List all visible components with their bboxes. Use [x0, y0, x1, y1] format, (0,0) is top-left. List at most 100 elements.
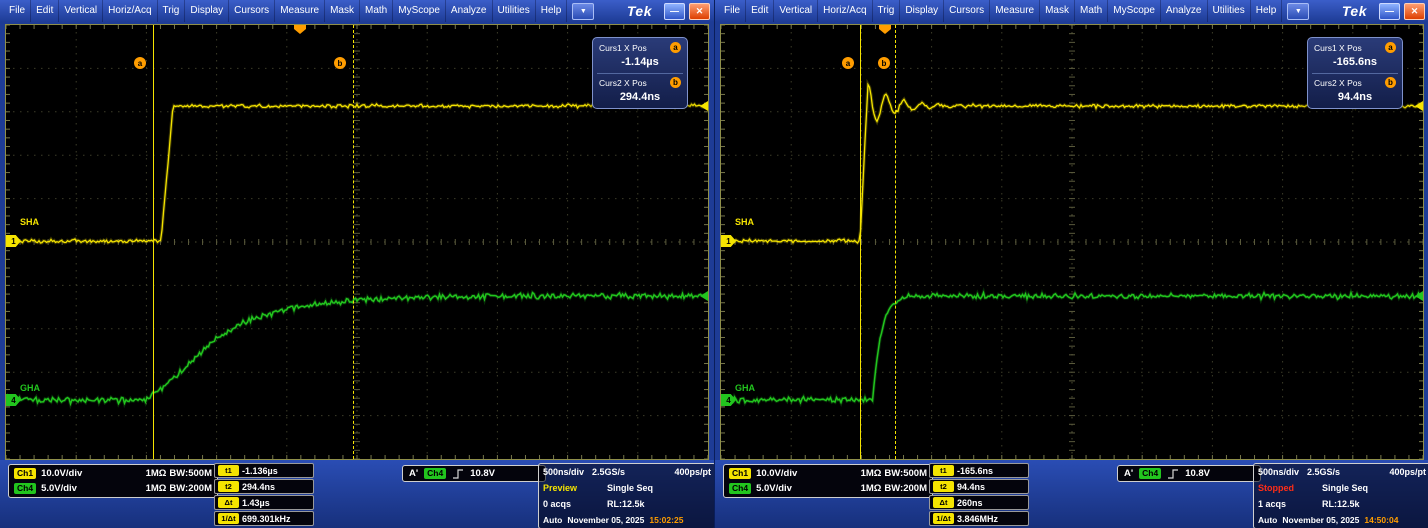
menu-file[interactable]: File	[4, 0, 31, 22]
date-text: November 05, 2025	[1282, 515, 1359, 525]
channel4-trace-label: GHA	[20, 383, 40, 393]
trigger-level-value: 10.8V	[470, 468, 495, 479]
rising-edge-icon	[1167, 468, 1179, 480]
cursor-measurements: t1 -165.6ns t2 94.4ns Δt 260ns 1/Δt 3.84…	[929, 463, 1029, 526]
cursor-meas-t1[interactable]: t1 -165.6ns	[929, 463, 1029, 478]
channel4-level-arrow-icon	[700, 291, 708, 301]
channel-readouts[interactable]: Ch1 10.0V/div 1MΩ BW:500M Ch4 5.0V/div 1…	[8, 464, 218, 498]
menu-file[interactable]: File	[719, 0, 746, 22]
channel4-readout[interactable]: Ch4 5.0V/div 1MΩ BW:200M	[14, 483, 212, 494]
cursor-meas-delta-t[interactable]: Δt 260ns	[929, 495, 1029, 510]
menu-analyze[interactable]: Analyze	[1161, 0, 1208, 22]
timebase-value: 500ns/div	[1258, 467, 1299, 477]
menu-trig[interactable]: Trig	[873, 0, 901, 22]
menu-mask[interactable]: Mask	[325, 0, 360, 22]
menu-utilities[interactable]: Utilities	[1208, 0, 1251, 22]
inverse-delta-t-value: 699.301kHz	[242, 514, 291, 524]
menu-cursors[interactable]: Cursors	[229, 0, 275, 22]
cursor-b-line[interactable]	[895, 25, 896, 459]
horizontal-acquisition-readout[interactable]: 500ns/div 2.5GS/s 400ps/pt Stopped Singl…	[1253, 463, 1428, 528]
menu-trig[interactable]: Trig	[158, 0, 186, 22]
trigger-readout[interactable]: A' Ch4 10.8V	[1117, 465, 1261, 482]
channel-readouts[interactable]: Ch1 10.0V/div 1MΩ BW:500M Ch4 5.0V/div 1…	[723, 464, 933, 498]
menu-analyze[interactable]: Analyze	[446, 0, 493, 22]
menu-horiz-acq[interactable]: Horiz/Acq	[818, 0, 872, 22]
menu-mask[interactable]: Mask	[1040, 0, 1075, 22]
curs1-value: -165.6ns	[1314, 53, 1396, 70]
t1-badge: t1	[218, 465, 239, 476]
time-text: 15:02:25	[649, 515, 683, 525]
cursor-meas-delta-t[interactable]: Δt 1.43µs	[214, 495, 314, 510]
channel4-badge: Ch4	[729, 483, 751, 494]
menu-utilities[interactable]: Utilities	[493, 0, 536, 22]
horizontal-acquisition-readout[interactable]: 500ns/div 2.5GS/s 400ps/pt Preview Singl…	[538, 463, 714, 528]
cursor-readout-panel: Curs1 X Pos a -165.6ns Curs2 X Pos b 94.…	[1307, 37, 1403, 109]
channel1-badge: Ch1	[14, 468, 36, 479]
menu-myscope[interactable]: MyScope	[393, 0, 446, 22]
close-button[interactable]: ✕	[689, 3, 710, 20]
menu-measure[interactable]: Measure	[275, 0, 325, 22]
menu-math[interactable]: Math	[360, 0, 393, 22]
menu-help[interactable]: Help	[536, 0, 568, 22]
trigger-channel-badge: Ch4	[1139, 468, 1161, 479]
minimize-button[interactable]: —	[664, 3, 685, 20]
menu-help[interactable]: Help	[1251, 0, 1283, 22]
channel1-scale: 10.0V/div	[756, 468, 797, 479]
menu-measure[interactable]: Measure	[990, 0, 1040, 22]
chevron-down-icon: ▼	[1295, 8, 1302, 15]
cursor-meas-t1[interactable]: t1 -1.136µs	[214, 463, 314, 478]
trigger-readout[interactable]: A' Ch4 10.8V	[402, 465, 546, 482]
menu-items: File Edit Vertical Horiz/Acq Trig Displa…	[4, 0, 594, 22]
cursor-b-badge: b	[670, 77, 681, 88]
channel4-bandwidth: BW:200M	[884, 483, 927, 494]
menu-display[interactable]: Display	[900, 0, 944, 22]
curs2-label: Curs2 X Pos	[1314, 78, 1362, 88]
cursor-readout-panel: Curs1 X Pos a -1.14µs Curs2 X Pos b 294.…	[592, 37, 688, 109]
close-button[interactable]: ✕	[1404, 3, 1425, 20]
menu-vertical[interactable]: Vertical	[774, 0, 818, 22]
curs1-value: -1.14µs	[599, 53, 681, 70]
menu-dropdown-button[interactable]: ▼	[572, 3, 594, 20]
channel4-readout[interactable]: Ch4 5.0V/div 1MΩ BW:200M	[729, 483, 927, 494]
cursor-meas-inverse-delta-t[interactable]: 1/Δt 3.846MHz	[929, 511, 1029, 526]
graticule: a b 1 4 SHA GHA Curs1 X Pos a -165.6ns	[720, 24, 1424, 460]
cursor-a-badge: a	[670, 42, 681, 53]
menu-display[interactable]: Display	[185, 0, 229, 22]
cursor-meas-inverse-delta-t[interactable]: 1/Δt 699.301kHz	[214, 511, 314, 526]
menu-dropdown-button[interactable]: ▼	[1287, 3, 1309, 20]
menu-cursors[interactable]: Cursors	[944, 0, 990, 22]
cursor-meas-t2[interactable]: t2 94.4ns	[929, 479, 1029, 494]
channel1-badge: Ch1	[729, 468, 751, 479]
status-bar: Ch1 10.0V/div 1MΩ BW:500M Ch4 5.0V/div 1…	[715, 460, 1428, 528]
cursor-a-line[interactable]	[153, 25, 154, 459]
channel1-readout[interactable]: Ch1 10.0V/div 1MΩ BW:500M	[14, 468, 212, 479]
window-controls: Tek — ✕	[627, 3, 710, 20]
delta-t-badge: Δt	[218, 497, 239, 508]
trigger-mode: Auto	[1258, 515, 1277, 525]
trigger-level-value: 10.8V	[1185, 468, 1210, 479]
menu-myscope[interactable]: MyScope	[1108, 0, 1161, 22]
timebase-value: 500ns/div	[543, 467, 584, 477]
cursor-a-line[interactable]	[860, 25, 861, 459]
menu-horiz-acq[interactable]: Horiz/Acq	[103, 0, 157, 22]
cursor-meas-t2[interactable]: t2 294.4ns	[214, 479, 314, 494]
cursor-b-badge: b	[1385, 77, 1396, 88]
menu-math[interactable]: Math	[1075, 0, 1108, 22]
menu-edit[interactable]: Edit	[746, 0, 774, 22]
cursor-a-tag: a	[134, 57, 146, 69]
curs1-label: Curs1 X Pos	[599, 43, 647, 53]
menu-vertical[interactable]: Vertical	[59, 0, 103, 22]
menu-edit[interactable]: Edit	[31, 0, 59, 22]
oscilloscope-window: File Edit Vertical Horiz/Acq Trig Displa…	[714, 0, 1428, 528]
t1-badge: t1	[933, 465, 954, 476]
t2-badge: t2	[933, 481, 954, 492]
minimize-button[interactable]: —	[1379, 3, 1400, 20]
record-length: RL:12.5k	[1322, 499, 1360, 509]
time-text: 14:50:04	[1364, 515, 1398, 525]
channel1-readout[interactable]: Ch1 10.0V/div 1MΩ BW:500M	[729, 468, 927, 479]
chevron-down-icon: ▼	[580, 8, 587, 15]
menu-bar: File Edit Vertical Horiz/Acq Trig Displa…	[715, 0, 1428, 22]
window-controls: Tek — ✕	[1342, 3, 1425, 20]
menu-bar: File Edit Vertical Horiz/Acq Trig Displa…	[0, 0, 714, 22]
cursor-b-line[interactable]	[353, 25, 354, 459]
